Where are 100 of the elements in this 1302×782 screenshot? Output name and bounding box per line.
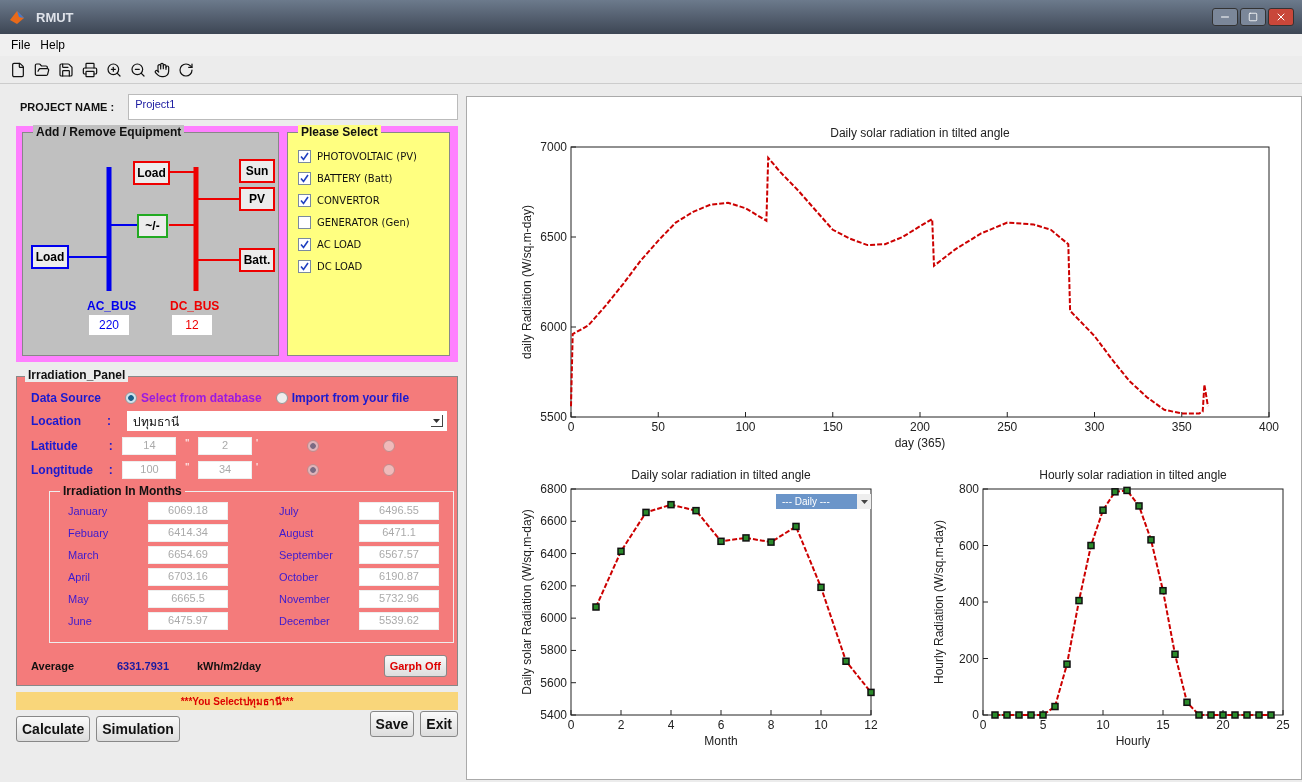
y-tick-label: 400 — [958, 595, 979, 609]
wire-line — [168, 224, 195, 226]
equipment-node-button[interactable]: PV — [239, 187, 275, 211]
checkbox-label: DC LOAD — [317, 261, 363, 272]
close-button[interactable] — [1268, 8, 1294, 26]
data-point — [792, 522, 800, 531]
location-dropdown[interactable]: ปทุมธานี — [127, 411, 447, 431]
action-button[interactable]: Save — [369, 711, 415, 737]
checkbox-option[interactable]: GENERATOR (Gen) — [298, 216, 445, 229]
y-tick-label: 5500 — [540, 410, 567, 424]
bus-voltage-field[interactable]: 220 — [89, 315, 129, 335]
month-label: April — [68, 571, 91, 583]
equipment-node-button[interactable]: ~/- — [137, 214, 168, 238]
open-folder-icon[interactable] — [34, 61, 50, 78]
data-point — [1087, 541, 1095, 550]
graph-toggle-button[interactable]: Garph Off — [383, 655, 447, 677]
minimize-button[interactable] — [1212, 8, 1238, 26]
month-label: August — [279, 527, 315, 539]
maximize-button[interactable] — [1240, 8, 1266, 26]
x-tick-label: 0 — [567, 718, 575, 732]
x-tick-label: 15 — [1156, 718, 1170, 732]
month-label: July — [279, 505, 300, 517]
average-value: 6331.7931 — [117, 660, 170, 672]
average-label: Average — [31, 660, 75, 672]
checkbox[interactable] — [298, 194, 311, 207]
radio-button[interactable] — [275, 392, 288, 404]
chart-title: Hourly solar radiation in tilted angle — [1039, 468, 1227, 482]
status-text: ***You Selectปทุมธานี*** — [180, 694, 294, 709]
checkbox-option[interactable]: DC LOAD — [298, 260, 445, 273]
month-label: November — [279, 593, 331, 605]
x-tick-label: 6 — [717, 718, 725, 732]
data-point — [1219, 711, 1227, 719]
bus-label: DC_BUS — [170, 299, 220, 313]
unit-label: kWh/m2/day — [197, 660, 262, 672]
pan-hand-icon[interactable] — [154, 61, 170, 78]
x-tick-label: 50 — [651, 420, 665, 434]
coordinate-label: Latitude — [31, 439, 79, 453]
check-icon — [300, 174, 309, 183]
x-tick-label: 10 — [814, 718, 828, 732]
bus-voltage-field[interactable]: 12 — [172, 315, 212, 335]
project-name-field[interactable]: Project1 — [128, 94, 458, 120]
checkbox-label: AC LOAD — [317, 239, 362, 250]
x-tick-label: 10 — [1096, 718, 1110, 732]
action-button[interactable]: Calculate — [16, 716, 91, 742]
equipment-node-button[interactable]: Load — [31, 245, 69, 269]
y-tick-label: 5400 — [540, 708, 567, 722]
x-tick-label: 2 — [617, 718, 625, 732]
rotate-icon[interactable] — [178, 61, 194, 78]
radio-button[interactable] — [125, 392, 137, 404]
data-point — [1039, 711, 1047, 719]
equipment-node-button[interactable]: Sun — [239, 159, 275, 183]
wire-line — [169, 171, 195, 173]
zoom-in-icon[interactable] — [106, 61, 122, 78]
y-tick-label: 6400 — [540, 546, 567, 561]
data-point — [742, 534, 750, 542]
checkbox-option[interactable]: PHOTOVOLTAIC (PV) — [298, 150, 445, 163]
x-tick-label: 8 — [767, 718, 775, 732]
checkbox-option[interactable]: CONVERTOR — [298, 194, 445, 207]
month-label: March — [68, 549, 100, 561]
checkbox[interactable] — [298, 260, 311, 273]
wire-line — [69, 256, 108, 258]
data-point — [1075, 596, 1083, 605]
check-icon — [300, 262, 309, 271]
equipment-node-button[interactable]: Batt. — [239, 248, 275, 272]
x-tick-label: 5 — [1039, 718, 1047, 732]
coordinate-label: Longtitude — [31, 463, 94, 477]
action-button[interactable]: Exit — [420, 711, 458, 737]
zoom-out-icon[interactable] — [130, 61, 146, 78]
close-icon — [1275, 11, 1287, 23]
chart-title: Daily solar radiation in tilted angle — [830, 126, 1010, 140]
location-label: Location — [31, 414, 82, 428]
month-label: Febuary — [68, 527, 110, 539]
check-icon — [300, 240, 309, 249]
colon-label: : — [107, 414, 112, 428]
data-point — [991, 711, 999, 719]
data-point — [642, 508, 650, 517]
new-file-icon[interactable] — [10, 61, 26, 78]
menu-item[interactable]: File — [6, 38, 36, 52]
checkbox[interactable] — [298, 172, 311, 185]
data-point — [1243, 711, 1251, 719]
checkbox-option[interactable]: BATTERY (Batt) — [298, 172, 445, 185]
print-icon[interactable] — [82, 61, 98, 78]
x-axis-label: Hourly — [1115, 734, 1151, 748]
y-tick-label: 5600 — [540, 675, 567, 690]
month-label: December — [279, 615, 331, 627]
x-tick-label: 0 — [567, 420, 575, 434]
x-tick-label: 350 — [1171, 420, 1192, 434]
checkbox-option[interactable]: AC LOAD — [298, 238, 445, 251]
x-tick-label: 200 — [910, 420, 930, 434]
checkbox[interactable] — [298, 216, 311, 229]
save-icon[interactable] — [58, 61, 74, 78]
action-button[interactable]: Simulation — [96, 716, 180, 742]
data-point — [867, 688, 875, 697]
data-point — [1207, 711, 1215, 719]
equipment-node-button[interactable]: Load — [133, 161, 170, 185]
menu-item[interactable]: Help — [35, 38, 71, 52]
colon-label: : — [108, 439, 114, 453]
checkbox[interactable] — [298, 238, 311, 251]
checkbox-label: CONVERTOR — [317, 195, 380, 206]
checkbox[interactable] — [298, 150, 311, 163]
